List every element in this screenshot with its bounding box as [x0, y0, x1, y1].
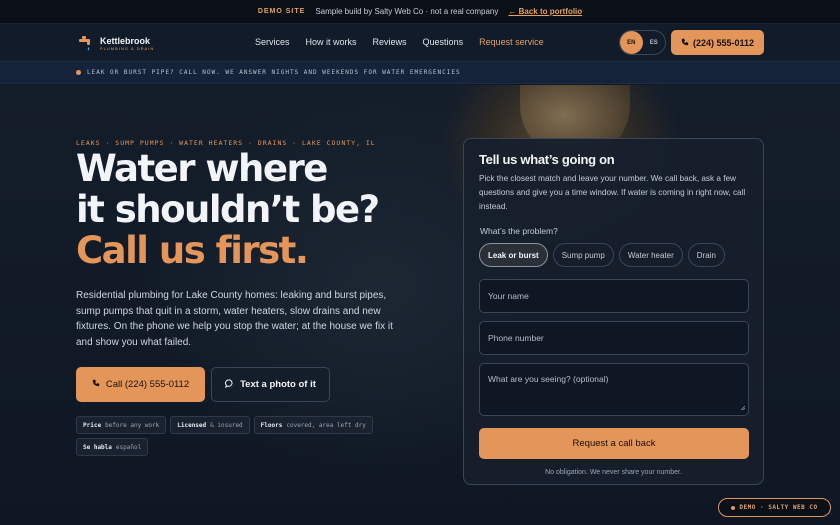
- hero-section: LEAKS · SUMP PUMPS · WATER HEATERS · DRA…: [0, 85, 840, 525]
- demo-text: Sample build by Salty Web Co · not a rea…: [315, 7, 499, 16]
- alert-text: LEAK OR BURST PIPE? CALL NOW. WE ANSWER …: [87, 69, 461, 76]
- nav-services[interactable]: Services: [255, 37, 290, 47]
- hero-call-label: Call (224) 555-0112: [105, 379, 190, 390]
- request-callback-button[interactable]: Request a call back: [479, 428, 749, 459]
- option-leak-or-burst[interactable]: Leak or burst: [479, 243, 548, 267]
- hero-headline: Water where it shouldn’t be? Call us fir…: [76, 147, 380, 272]
- phone-input[interactable]: Phone number: [479, 321, 749, 355]
- name-input[interactable]: Your name: [479, 279, 749, 313]
- form-title: Tell us what’s going on: [479, 152, 615, 167]
- text-photo-button[interactable]: Text a photo of it: [211, 367, 330, 402]
- header-phone-number: (224) 555-0112: [692, 37, 755, 48]
- trust-chips: Price before any work Licensed & insured F…: [76, 416, 421, 456]
- demo-bar: DEMO SITE Sample build by Salty Web Co ·…: [0, 0, 840, 24]
- option-drain[interactable]: Drain: [687, 243, 725, 267]
- main-nav: Services How it works Reviews Questions …: [255, 37, 544, 47]
- language-toggle: EN ES: [619, 30, 666, 55]
- nav-request-service[interactable]: Request service: [479, 37, 544, 47]
- form-note: No obligation. We never share your numbe…: [545, 469, 682, 476]
- site-header: Kettlebrook PLUMBING & DRAIN Services Ho…: [0, 24, 840, 62]
- phone-icon: [92, 379, 100, 390]
- hero-call-button[interactable]: Call (224) 555-0112: [76, 367, 205, 402]
- option-water-heater[interactable]: Water heater: [618, 243, 683, 267]
- hero-lead: Residential plumbing for Lake County hom…: [76, 290, 393, 348]
- back-to-portfolio-link[interactable]: ← Back to portfolio: [508, 7, 582, 16]
- alert-dot-icon: [76, 70, 81, 75]
- emergency-alert-bar: LEAK OR BURST PIPE? CALL NOW. WE ANSWER …: [0, 62, 840, 84]
- lang-es[interactable]: ES: [643, 31, 666, 54]
- faucet-icon: [78, 34, 96, 52]
- logo-tagline: PLUMBING & DRAIN: [100, 45, 155, 51]
- chat-bubble-icon: [225, 378, 234, 391]
- chip-price: Price before any work: [76, 416, 167, 434]
- details-textarea[interactable]: What are you seeing? (optional): [479, 363, 749, 416]
- headline-line-3: Call us first.: [76, 229, 309, 272]
- chip-floors: Floors covered, area left dry: [253, 416, 373, 434]
- form-description: Pick the closest match and leave your nu…: [479, 174, 746, 211]
- problem-options: Leak or burst Sump pump Water heater Dra…: [479, 243, 748, 267]
- name-placeholder: Your name: [488, 291, 529, 301]
- option-sump-pump[interactable]: Sump pump: [552, 243, 614, 267]
- hero-eyebrow: LEAKS · SUMP PUMPS · WATER HEATERS · DRA…: [76, 139, 376, 147]
- phone-icon: [681, 38, 689, 48]
- demo-tag: DEMO SITE: [257, 8, 306, 15]
- phone-placeholder: Phone number: [488, 333, 544, 343]
- badge-text: DEMO · SALTY WEB CO: [739, 504, 818, 511]
- badge-dot-icon: [731, 505, 736, 510]
- problem-question-label: What’s the problem?: [480, 226, 558, 236]
- chip-spanish: Se habla español: [76, 438, 149, 456]
- demo-badge[interactable]: DEMO · SALTY WEB CO: [718, 498, 831, 517]
- details-placeholder: What are you seeing? (optional): [488, 374, 609, 384]
- callback-form-card: Tell us what’s going on Pick the closest…: [463, 138, 764, 485]
- text-photo-label: Text a photo of it: [240, 379, 316, 390]
- nav-questions[interactable]: Questions: [423, 37, 464, 47]
- nav-reviews[interactable]: Reviews: [373, 37, 407, 47]
- headline-line-2: it shouldn’t be?: [76, 188, 380, 231]
- header-call-button[interactable]: (224) 555-0112: [671, 30, 764, 55]
- resize-handle-icon[interactable]: [740, 403, 746, 413]
- lang-en[interactable]: EN: [620, 31, 643, 54]
- logo-name: Kettlebrook: [100, 35, 151, 46]
- chip-licensed: Licensed & insured: [170, 416, 250, 434]
- nav-how-it-works[interactable]: How it works: [306, 37, 357, 47]
- logo[interactable]: Kettlebrook PLUMBING & DRAIN: [78, 34, 154, 52]
- headline-line-1: Water where: [76, 147, 328, 190]
